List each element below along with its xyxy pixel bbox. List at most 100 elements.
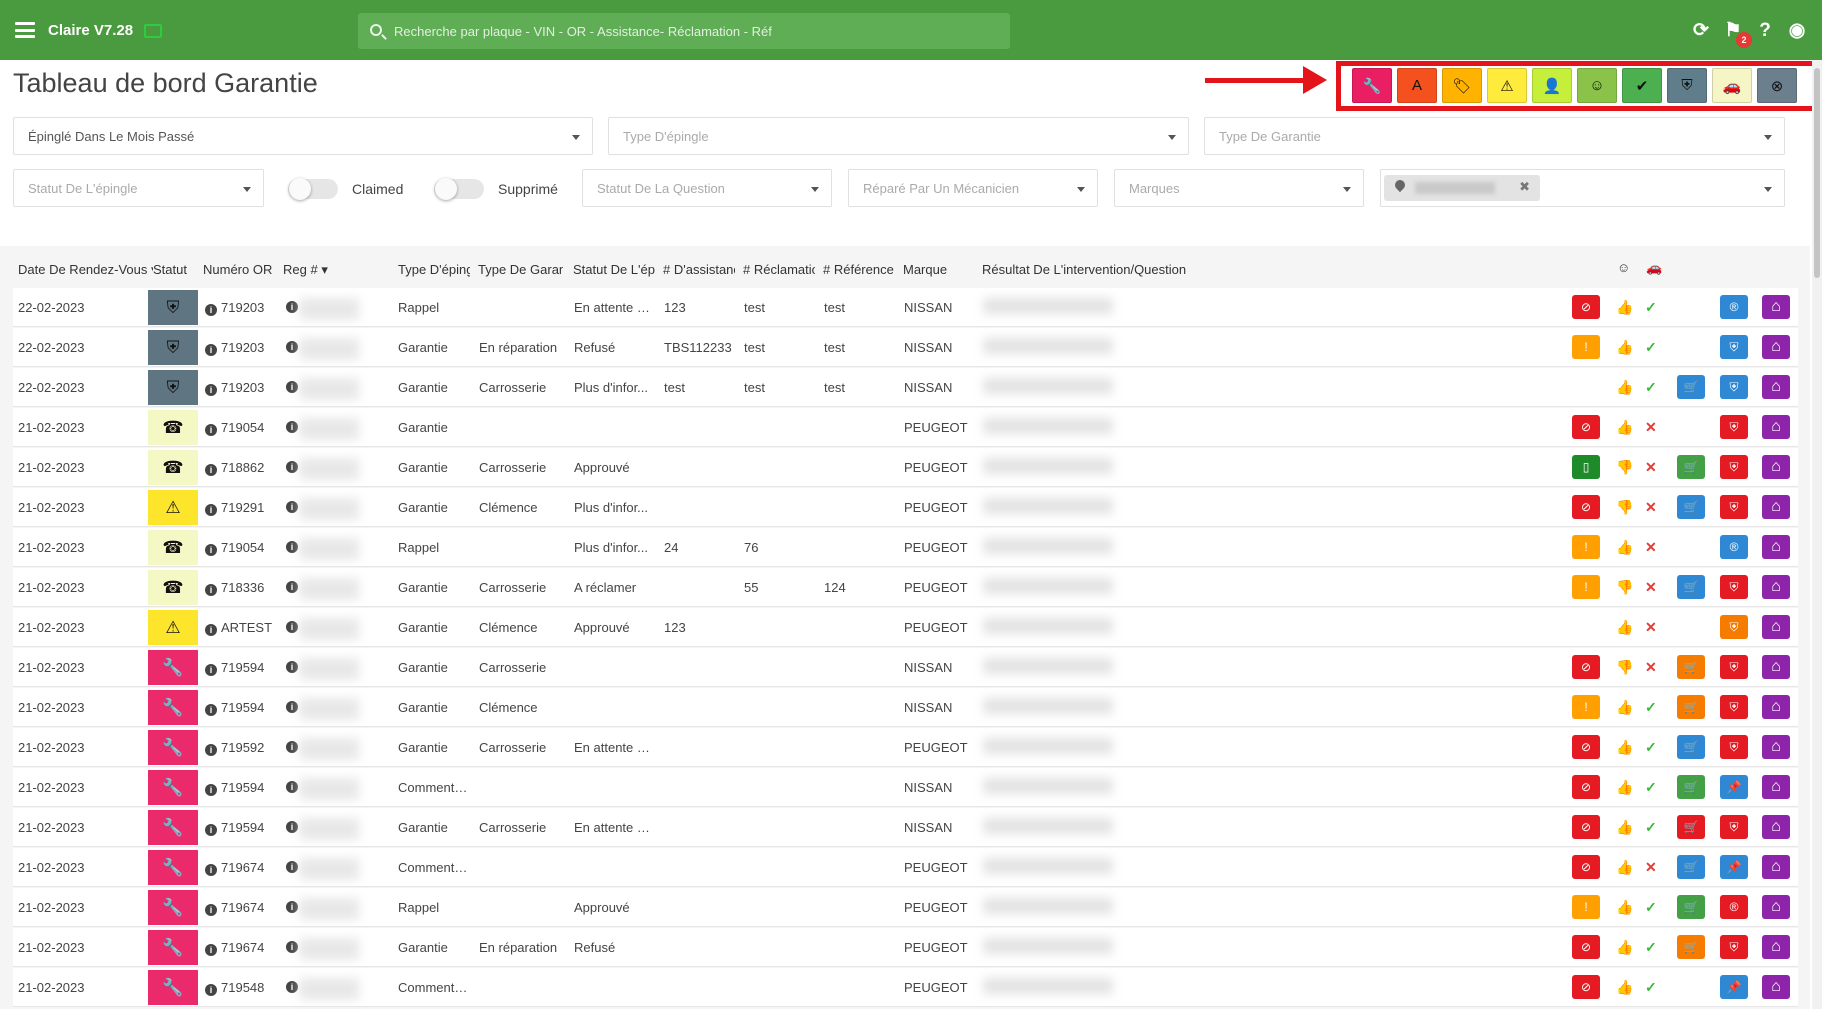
- col-date[interactable]: Date De Rendez-Vous ▾: [18, 262, 153, 278]
- info-icon[interactable]: i: [205, 504, 217, 516]
- info-icon[interactable]: i: [286, 421, 298, 433]
- cast-icon[interactable]: [144, 24, 162, 38]
- col-status[interactable]: Statut: [153, 262, 203, 277]
- pin-type-select[interactable]: Type D'épingle: [608, 117, 1189, 155]
- or-number-cell[interactable]: i 719548: [205, 980, 285, 996]
- garage-button[interactable]: ⌂: [1762, 575, 1790, 599]
- filter-x-circle-button[interactable]: ⊗: [1757, 68, 1797, 103]
- status-badge[interactable]: ☎: [148, 570, 198, 605]
- info-icon[interactable]: i: [286, 821, 298, 833]
- status-badge[interactable]: 🔧: [148, 650, 198, 685]
- shield-button[interactable]: ®: [1720, 895, 1748, 919]
- status-action-button[interactable]: !: [1572, 335, 1600, 359]
- shield-button[interactable]: ⛨: [1720, 935, 1748, 959]
- info-icon[interactable]: i: [205, 304, 217, 316]
- table-row[interactable]: 21-02-2023 ⚠ i 719291 i Garantie Clémence Plus …: [13, 488, 1798, 527]
- status-badge[interactable]: 🔧: [148, 850, 198, 885]
- table-row[interactable]: 21-02-2023 ☎ i 719054 i Rappel Plus d'infor...…: [13, 528, 1798, 567]
- col-pin-type[interactable]: Type D'épingle: [398, 262, 470, 277]
- shield-button[interactable]: ⛨: [1720, 695, 1748, 719]
- info-icon[interactable]: i: [286, 621, 298, 633]
- table-row[interactable]: 21-02-2023 ☎ i 718862 i Garantie Carrosserie Ap…: [13, 448, 1798, 487]
- thumbs-up-icon[interactable]: 👍: [1616, 539, 1633, 556]
- cross-icon[interactable]: ✕: [1645, 659, 1657, 676]
- status-badge[interactable]: 🔧: [148, 730, 198, 765]
- check-icon[interactable]: ✓: [1645, 779, 1657, 796]
- or-number-cell[interactable]: i ARTEST: [205, 620, 285, 636]
- info-icon[interactable]: i: [286, 341, 298, 353]
- table-row[interactable]: 22-02-2023 ⛨ i 719203 i Rappel En attente d'..…: [13, 288, 1798, 327]
- status-action-button[interactable]: ⊘: [1572, 815, 1600, 839]
- table-row[interactable]: 21-02-2023 🔧 i 719594 i Garantie Carrosserie NI…: [13, 648, 1798, 687]
- thumbs-up-icon[interactable]: 👍: [1616, 899, 1633, 916]
- thumbs-up-icon[interactable]: 👍: [1616, 379, 1633, 396]
- cart-button[interactable]: 🛒: [1677, 895, 1705, 919]
- status-badge[interactable]: 🔧: [148, 970, 198, 1005]
- thumbs-up-icon[interactable]: 👍: [1616, 299, 1633, 316]
- shield-button[interactable]: ⛨: [1720, 455, 1748, 479]
- thumbs-down-icon[interactable]: 👎: [1616, 459, 1633, 476]
- or-number-cell[interactable]: i 719054: [205, 420, 285, 436]
- filter-user-check-button[interactable]: 👤: [1532, 68, 1572, 103]
- check-icon[interactable]: ✓: [1645, 819, 1657, 836]
- filter-warning-button[interactable]: ⚠: [1487, 68, 1527, 103]
- info-icon[interactable]: i: [286, 701, 298, 713]
- thumbs-up-icon[interactable]: 👍: [1616, 619, 1633, 636]
- status-badge[interactable]: ⚠: [148, 490, 198, 525]
- garage-button[interactable]: ⌂: [1762, 735, 1790, 759]
- table-row[interactable]: 22-02-2023 ⛨ i 719203 i Garantie Carrosserie Pl…: [13, 368, 1798, 407]
- shield-button[interactable]: 📌: [1720, 855, 1748, 879]
- shield-button[interactable]: 📌: [1720, 975, 1748, 999]
- cart-button[interactable]: 🛒: [1677, 775, 1705, 799]
- question-status-select[interactable]: Statut De La Question: [582, 169, 832, 207]
- status-action-button[interactable]: ⊘: [1572, 655, 1600, 679]
- or-number-cell[interactable]: i 718336: [205, 580, 285, 596]
- status-action-button[interactable]: ⊘: [1572, 975, 1600, 999]
- garage-button[interactable]: ⌂: [1762, 935, 1790, 959]
- status-action-button[interactable]: ▯: [1572, 455, 1600, 479]
- garage-button[interactable]: ⌂: [1762, 455, 1790, 479]
- thumbs-up-icon[interactable]: 👍: [1616, 819, 1633, 836]
- shield-button[interactable]: ⛨: [1720, 575, 1748, 599]
- thumbs-up-icon[interactable]: 👍: [1616, 739, 1633, 756]
- filter-double-check-button[interactable]: ✔: [1622, 68, 1662, 103]
- cart-button[interactable]: 🛒: [1677, 735, 1705, 759]
- thumbs-up-icon[interactable]: 👍: [1616, 979, 1633, 996]
- brands-select[interactable]: Marques: [1114, 169, 1364, 207]
- pin-status-select[interactable]: Statut De L'épingle: [13, 169, 264, 207]
- search-bar[interactable]: [358, 13, 1010, 49]
- info-icon[interactable]: i: [205, 904, 217, 916]
- scrollbar[interactable]: [1812, 60, 1822, 1009]
- or-number-cell[interactable]: i 719594: [205, 700, 285, 716]
- status-badge[interactable]: ⛨: [148, 290, 198, 325]
- cart-button[interactable]: 🛒: [1677, 855, 1705, 879]
- table-row[interactable]: 21-02-2023 🔧 i 719594 i Garantie Carrosserie En…: [13, 808, 1798, 847]
- thumbs-up-icon[interactable]: 👍: [1616, 779, 1633, 796]
- filter-letter-a-button[interactable]: A: [1397, 68, 1437, 103]
- shield-button[interactable]: ⛨: [1720, 375, 1748, 399]
- col-or-number[interactable]: Numéro OR: [203, 262, 278, 277]
- col-reference[interactable]: # Référence: [823, 262, 895, 277]
- status-badge[interactable]: 🔧: [148, 690, 198, 725]
- check-icon[interactable]: ✓: [1645, 379, 1657, 396]
- status-badge[interactable]: ⚠: [148, 610, 198, 645]
- shield-button[interactable]: ⛨: [1720, 495, 1748, 519]
- cross-icon[interactable]: ✕: [1645, 619, 1657, 636]
- cross-icon[interactable]: ✕: [1645, 499, 1657, 516]
- shield-button[interactable]: ⛨: [1720, 415, 1748, 439]
- info-icon[interactable]: i: [205, 704, 217, 716]
- or-number-cell[interactable]: i 719203: [205, 340, 285, 356]
- status-badge[interactable]: 🔧: [148, 890, 198, 925]
- filter-wrench-button[interactable]: 🔧: [1352, 68, 1392, 103]
- table-row[interactable]: 21-02-2023 🔧 i 719674 i Commenta... PEUGEOT ⊘ 👍 ✕…: [13, 848, 1798, 887]
- shield-button[interactable]: ⛨: [1720, 335, 1748, 359]
- check-icon[interactable]: ✓: [1645, 339, 1657, 356]
- remove-chip-icon[interactable]: ✖: [1519, 179, 1530, 195]
- filter-car-button[interactable]: 🚗: [1712, 68, 1752, 103]
- deleted-toggle[interactable]: [434, 178, 484, 200]
- garage-button[interactable]: ⌂: [1762, 335, 1790, 359]
- filter-shield-button[interactable]: ⛨: [1667, 68, 1707, 103]
- check-icon[interactable]: ✓: [1645, 979, 1657, 996]
- garage-button[interactable]: ⌂: [1762, 855, 1790, 879]
- cart-button[interactable]: 🛒: [1677, 815, 1705, 839]
